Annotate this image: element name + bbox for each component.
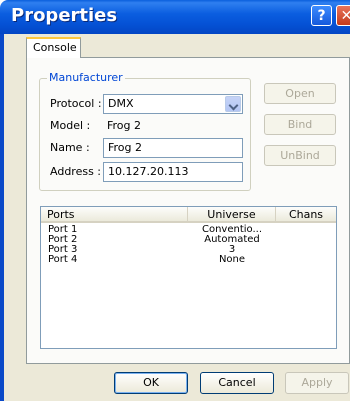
close-button[interactable]: ✕ bbox=[336, 5, 350, 26]
cancel-button[interactable]: Cancel bbox=[200, 372, 274, 394]
protocol-value: DMX bbox=[108, 97, 134, 110]
model-value: Frog 2 bbox=[107, 119, 142, 132]
column-header-chans[interactable]: Chans bbox=[276, 207, 336, 223]
apply-button[interactable]: Apply bbox=[285, 372, 349, 394]
ports-list[interactable]: Ports Universe Chans Port 1 Conventio...… bbox=[40, 206, 337, 349]
port-universe: None bbox=[218, 254, 246, 265]
column-header-ports[interactable]: Ports bbox=[41, 207, 188, 223]
ok-button[interactable]: OK bbox=[114, 372, 188, 394]
window-title: Properties bbox=[11, 5, 118, 26]
protocol-label: Protocol : bbox=[50, 97, 102, 110]
protocol-dropdown[interactable]: DMX bbox=[103, 94, 243, 114]
bind-button[interactable]: Bind bbox=[264, 114, 336, 135]
model-label: Model : bbox=[50, 119, 91, 132]
address-label: Address : bbox=[50, 165, 102, 178]
table-row[interactable]: Port 1 Conventio... bbox=[41, 225, 336, 235]
tab-console[interactable]: Console bbox=[26, 37, 81, 58]
table-row[interactable]: Port 2 Automated bbox=[41, 235, 336, 245]
manufacturer-group-label: Manufacturer bbox=[47, 71, 125, 84]
title-bar[interactable]: Properties ? ✕ bbox=[0, 0, 350, 34]
address-field[interactable]: 10.127.20.113 bbox=[103, 162, 243, 182]
name-label: Name : bbox=[50, 141, 90, 154]
help-button[interactable]: ? bbox=[311, 5, 332, 26]
name-field[interactable]: Frog 2 bbox=[103, 138, 243, 158]
open-button[interactable]: Open bbox=[264, 83, 336, 104]
tab-console-label: Console bbox=[33, 41, 77, 54]
column-header-universe[interactable]: Universe bbox=[188, 207, 276, 223]
unbind-button[interactable]: UnBind bbox=[264, 145, 336, 166]
port-name: Port 4 bbox=[48, 254, 78, 265]
table-row[interactable]: Port 3 3 bbox=[41, 245, 336, 255]
table-row[interactable]: Port 4 None bbox=[41, 255, 336, 265]
chevron-down-icon[interactable] bbox=[225, 96, 241, 112]
